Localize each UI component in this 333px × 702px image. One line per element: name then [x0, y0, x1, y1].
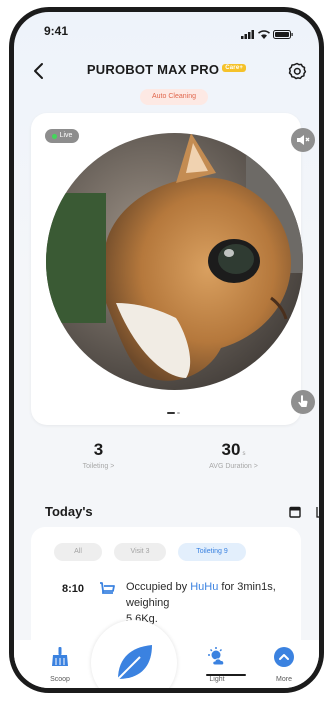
- event-description: Occupied by HuHu for 3min1s, weighing 5.…: [126, 579, 286, 627]
- leaf-icon: [117, 645, 152, 680]
- filter-toileting[interactable]: Toileting 9: [178, 543, 246, 561]
- broom-icon: [52, 647, 68, 666]
- status-icons: [241, 26, 293, 44]
- toileting-link[interactable]: Toileting >: [31, 463, 166, 470]
- sun-cloud-icon: [208, 647, 225, 666]
- nav-scoop-label: Scoop: [50, 676, 70, 683]
- mute-button[interactable]: [291, 128, 315, 152]
- nav-light[interactable]: Light: [192, 646, 242, 683]
- litter-box-icon: [99, 581, 115, 595]
- pager-dot: [177, 412, 180, 414]
- nav-more[interactable]: More: [259, 646, 309, 683]
- signal-icon: [241, 26, 255, 44]
- calendar-icon: [289, 506, 301, 518]
- live-dot-icon: [51, 133, 57, 139]
- toileting-count: 3: [93, 440, 104, 459]
- live-camera-view[interactable]: [46, 133, 303, 390]
- avg-duration-stat[interactable]: 30 s AVG Duration >: [166, 430, 301, 470]
- avg-duration-unit: s: [242, 451, 246, 457]
- today-heading: Today's: [45, 504, 93, 519]
- gear-icon: [288, 62, 307, 80]
- cat-name-link[interactable]: HuHu: [190, 581, 218, 593]
- event-time: 8:10: [62, 583, 85, 595]
- live-label: Live: [59, 132, 73, 139]
- avg-duration-link[interactable]: AVG Duration >: [166, 463, 301, 470]
- live-badge: Live: [45, 129, 79, 143]
- stats-row: 3 Toileting > 30 s AVG Duration >: [31, 430, 301, 484]
- nav-more-label: More: [276, 676, 292, 683]
- chevron-up-circle-icon: [274, 647, 294, 667]
- calendar-button[interactable]: [289, 505, 301, 518]
- filter-all[interactable]: All: [54, 543, 102, 561]
- device-name: PUROBOT MAX PRO: [86, 62, 220, 77]
- cleaning-status-badge: Auto Cleaning: [140, 89, 208, 105]
- device-frame: 9:41 PUROBOT MAX PRO Care+ Auto Cleaning…: [9, 7, 324, 693]
- page-title: PUROBOT MAX PRO Care+: [14, 62, 319, 77]
- clean-fab-button[interactable]: [100, 629, 168, 688]
- speaker-muted-icon: [297, 135, 310, 145]
- filter-visit[interactable]: Visit 3: [114, 543, 166, 561]
- pager-dot-active: [167, 412, 175, 414]
- cat-camera-image: [46, 133, 303, 390]
- stats-chart-button[interactable]: [316, 505, 319, 518]
- avg-duration-value: 30: [221, 440, 241, 459]
- settings-button[interactable]: [287, 61, 307, 81]
- home-indicator: [206, 674, 246, 676]
- hand-tap-icon: [298, 395, 308, 407]
- care-badge: Care+: [222, 64, 247, 72]
- app-screen: 9:41 PUROBOT MAX PRO Care+ Auto Cleaning…: [14, 12, 319, 688]
- nav-scoop[interactable]: Scoop: [35, 646, 85, 683]
- camera-pager: [167, 412, 180, 414]
- capture-button[interactable]: [291, 390, 315, 414]
- nav-light-label: Light: [209, 676, 225, 683]
- toileting-stat[interactable]: 3 Toileting >: [31, 430, 166, 470]
- battery-icon: [273, 26, 293, 44]
- wifi-icon: [257, 26, 271, 44]
- bar-chart-icon: [316, 507, 319, 518]
- event-prefix: Occupied by: [126, 581, 191, 593]
- status-time: 9:41: [44, 24, 69, 38]
